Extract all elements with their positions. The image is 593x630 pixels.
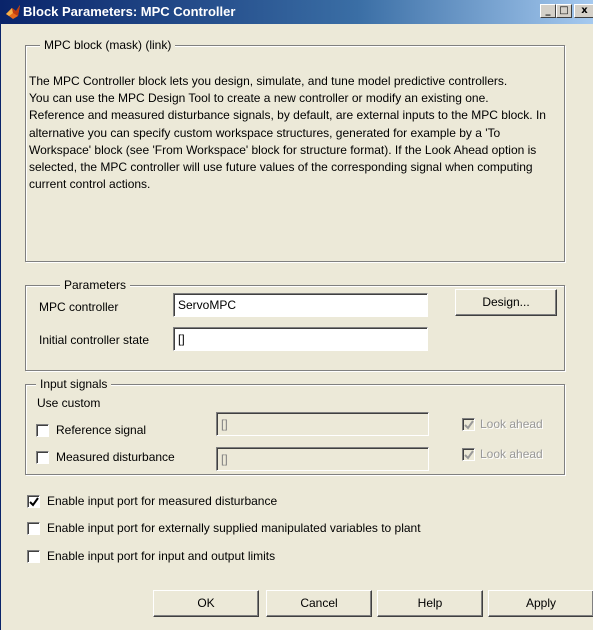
reference-signal-checkbox[interactable] [36,424,49,437]
design-button[interactable]: Design... [455,289,557,316]
input-signals-legend: Input signals [36,377,112,391]
measured-look-ahead-label: Look ahead [480,447,543,461]
window-title: Block Parameters: MPC Controller [23,4,236,19]
dialog-window: Block Parameters: MPC Controller _ □ x M… [0,0,593,630]
use-custom-label: Use custom [37,396,101,410]
description-paragraph: The MPC Controller block lets you design… [29,74,508,88]
cancel-button[interactable]: Cancel [266,590,372,617]
mask-group-legend: MPC block (mask) (link) [40,38,176,52]
mpc-controller-field[interactable]: ServoMPC [173,293,428,317]
measured-look-ahead-checkbox [462,448,475,461]
apply-button[interactable]: Apply [488,590,593,617]
minimize-button[interactable]: _ [540,4,556,18]
reference-signal-field: [] [216,412,429,436]
enable-limits-checkbox[interactable] [27,550,40,563]
measured-disturbance-checkbox[interactable] [36,451,49,464]
checkmark-icon [464,420,474,430]
measured-disturbance-field: [] [216,447,429,471]
enable-limits-label: Enable input port for input and output l… [47,549,276,563]
enable-measured-disturbance-checkbox[interactable] [27,495,40,508]
description-paragraph: You can use the MPC Design Tool to creat… [29,91,489,106]
enable-manipulated-variables-label: Enable input port for externally supplie… [47,521,421,535]
checkmark-icon [29,497,39,507]
reference-look-ahead-label: Look ahead [480,417,543,431]
enable-manipulated-variables-checkbox[interactable] [27,522,40,535]
initial-state-label: Initial controller state [39,333,150,347]
title-bar[interactable]: Block Parameters: MPC Controller _ □ x [1,0,593,24]
close-button[interactable]: x [574,4,593,18]
reference-signal-label: Reference signal [56,423,147,437]
mask-description: The MPC Controller block lets you design… [29,73,554,193]
measured-disturbance-label: Measured disturbance [56,450,175,464]
parameters-legend: Parameters [60,278,131,292]
help-button[interactable]: Help [377,590,483,617]
initial-state-field[interactable]: [] [173,327,428,351]
enable-measured-disturbance-label: Enable input port for measured disturban… [47,494,278,508]
maximize-button[interactable]: □ [556,4,572,18]
ok-button[interactable]: OK [153,590,259,617]
description-paragraph: Reference and measured disturbance signa… [29,108,546,192]
reference-look-ahead-checkbox [462,418,475,431]
mpc-controller-label: MPC controller [39,300,119,314]
checkmark-icon [464,450,474,460]
matlab-logo-icon [5,4,21,20]
